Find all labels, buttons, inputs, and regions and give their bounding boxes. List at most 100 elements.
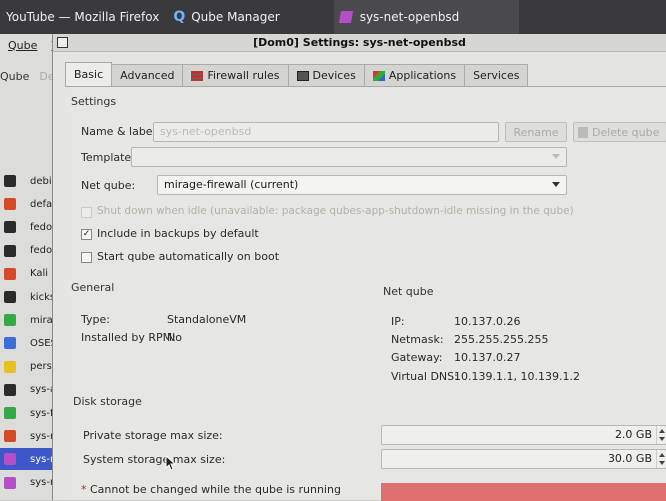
qube-list-item[interactable]: Kali (0, 263, 60, 285)
dns-value: 10.139.1.1, 10.139.1.2 (454, 370, 580, 383)
template-label-text: Template (81, 151, 132, 164)
qube-list-item-name: fedo (30, 245, 53, 257)
task-qube-manager[interactable]: Q Qube Manager (167, 0, 285, 34)
tab-devices[interactable]: Devices (287, 64, 365, 86)
qm-menu-qube[interactable]: Qube (8, 39, 37, 52)
qube-list-item[interactable]: defa (0, 193, 60, 215)
tab-basic[interactable]: Basic (65, 62, 113, 86)
include-backups-checkbox[interactable]: ✓ (81, 229, 92, 240)
disk-heading: Disk storage (73, 395, 142, 408)
qube-cube-icon (4, 360, 16, 373)
netqube-caption: Net qube: (81, 179, 136, 192)
template-select[interactable] (131, 147, 567, 167)
window-menu-icon[interactable] (57, 37, 68, 48)
system-storage-label: System storage max size: (83, 453, 226, 466)
netqube-select[interactable]: mirage-firewall (current) (157, 175, 567, 195)
delete-qube-button[interactable]: Delete qube (573, 122, 666, 142)
qube-cube-icon (4, 244, 16, 257)
netqube-value: mirage-firewall (current) (164, 178, 299, 191)
private-storage-spinbox[interactable]: 2.0 GB (381, 425, 666, 445)
qube-list-item[interactable]: OSES (0, 332, 60, 354)
qube-cube-icon (4, 337, 16, 350)
qube-purple-icon (338, 11, 353, 23)
rpm-label: Installed by RPM: (81, 331, 176, 344)
qube-list-item[interactable]: debia (0, 170, 60, 192)
mouse-cursor-icon (165, 455, 177, 471)
qube-list-item[interactable]: mira (0, 309, 60, 331)
rpm-value: No (167, 331, 182, 344)
tab-applications[interactable]: Applications (363, 64, 466, 86)
ip-label: IP: (391, 315, 405, 328)
settings-dialog: [Dom0] Settings: sys-net-openbsd Basic A… (52, 34, 666, 501)
firewall-icon (191, 70, 204, 81)
dialog-titlebar[interactable]: [Dom0] Settings: sys-net-openbsd (53, 34, 666, 52)
qube-manager-icon: Q (173, 9, 186, 25)
netmask-value: 255.255.255.255 (454, 333, 549, 346)
tab-advanced-label: Advanced (120, 69, 175, 82)
qube-list-item[interactable]: perso (0, 356, 60, 378)
task-firefox[interactable]: YouTube — Mozilla Firefox (0, 0, 165, 34)
taskbar: YouTube — Mozilla Firefox Q Qube Manager… (0, 0, 666, 34)
qube-cube-icon (4, 476, 16, 489)
qube-cube-icon (4, 430, 16, 443)
name-field[interactable]: sys-net-openbsd (153, 122, 499, 142)
task-firefox-label: YouTube — Mozilla Firefox (6, 10, 160, 24)
error-bar (381, 483, 666, 501)
task-settings[interactable]: sys-net-openbsd (333, 0, 520, 34)
system-storage-spinbox[interactable]: 30.0 GB (381, 449, 666, 469)
type-label: Type: (81, 313, 110, 326)
netmask-label: Netmask: (391, 333, 444, 346)
delete-qube-label: Delete qube (592, 125, 660, 139)
qube-list-item[interactable]: sys-n (0, 472, 60, 494)
basic-tab-panel: Settings Name & label*: sys-net-openbsd … (65, 86, 666, 501)
qube-list-item-name: defa (30, 198, 53, 210)
rename-button[interactable]: Rename (505, 122, 567, 142)
qube-list-item[interactable]: sys-n (0, 448, 60, 471)
qube-list-item[interactable]: kicks (0, 286, 60, 308)
tab-bar: Basic Advanced Firewall rules Devices Ap… (65, 62, 529, 86)
tab-advanced[interactable]: Advanced (111, 64, 184, 86)
dns-label: Virtual DNS: (391, 370, 458, 383)
qube-cube-icon (4, 198, 16, 211)
tab-services-label: Services (473, 69, 520, 82)
gateway-value: 10.137.0.27 (454, 351, 521, 364)
start-on-boot-checkbox[interactable] (81, 252, 92, 263)
qube-cube-icon (4, 453, 16, 466)
task-settings-label: sys-net-openbsd (359, 10, 460, 24)
qube-cube-icon (4, 221, 16, 234)
tab-firewall[interactable]: Firewall rules (182, 64, 289, 86)
tab-devices-label: Devices (312, 69, 356, 82)
name-label-text: Name & label (81, 125, 156, 138)
general-heading: General (71, 281, 115, 294)
chevron-down-icon (552, 154, 560, 159)
devices-icon (296, 70, 309, 81)
applications-icon (372, 70, 385, 81)
spin-arrows-icon[interactable] (656, 450, 666, 468)
type-value: StandaloneVM (167, 313, 247, 326)
include-backups-label: Include in backups by default (97, 227, 259, 240)
qube-cube-icon (4, 314, 16, 327)
qube-list-item[interactable]: fedo (0, 240, 60, 262)
qm-toolbar-qube[interactable]: Qube (0, 70, 29, 83)
qube-list-item[interactable]: fedo (0, 216, 60, 238)
start-on-boot-label: Start qube automatically on boot (97, 250, 280, 263)
qube-list-item[interactable]: sys-fi (0, 402, 60, 424)
disk-note-text: Cannot be changed while the qube is runn… (90, 483, 341, 496)
ip-value: 10.137.0.26 (454, 315, 521, 328)
qube-list-item[interactable]: sys-n (0, 425, 60, 447)
disk-note: * Cannot be changed while the qube is ru… (81, 483, 341, 496)
qube-cube-icon (4, 291, 16, 303)
gateway-label: Gateway: (391, 351, 443, 364)
tab-services[interactable]: Services (464, 64, 529, 86)
qube-cube-icon (4, 383, 16, 396)
system-storage-value: 30.0 GB (607, 452, 652, 465)
shutdown-idle-checkbox[interactable] (81, 207, 92, 218)
qube-cube-icon (4, 407, 16, 419)
shutdown-idle-label: Shut down when idle (unavailable: packag… (97, 205, 574, 217)
qube-list-item[interactable]: sys-a (0, 379, 60, 401)
qube-list-item-name: Kali (30, 268, 49, 280)
private-storage-label: Private storage max size: (83, 429, 223, 442)
spin-arrows-icon[interactable] (656, 426, 666, 444)
dialog-title: [Dom0] Settings: sys-net-openbsd (253, 36, 466, 49)
qube-list-item-name: mira (30, 314, 53, 326)
